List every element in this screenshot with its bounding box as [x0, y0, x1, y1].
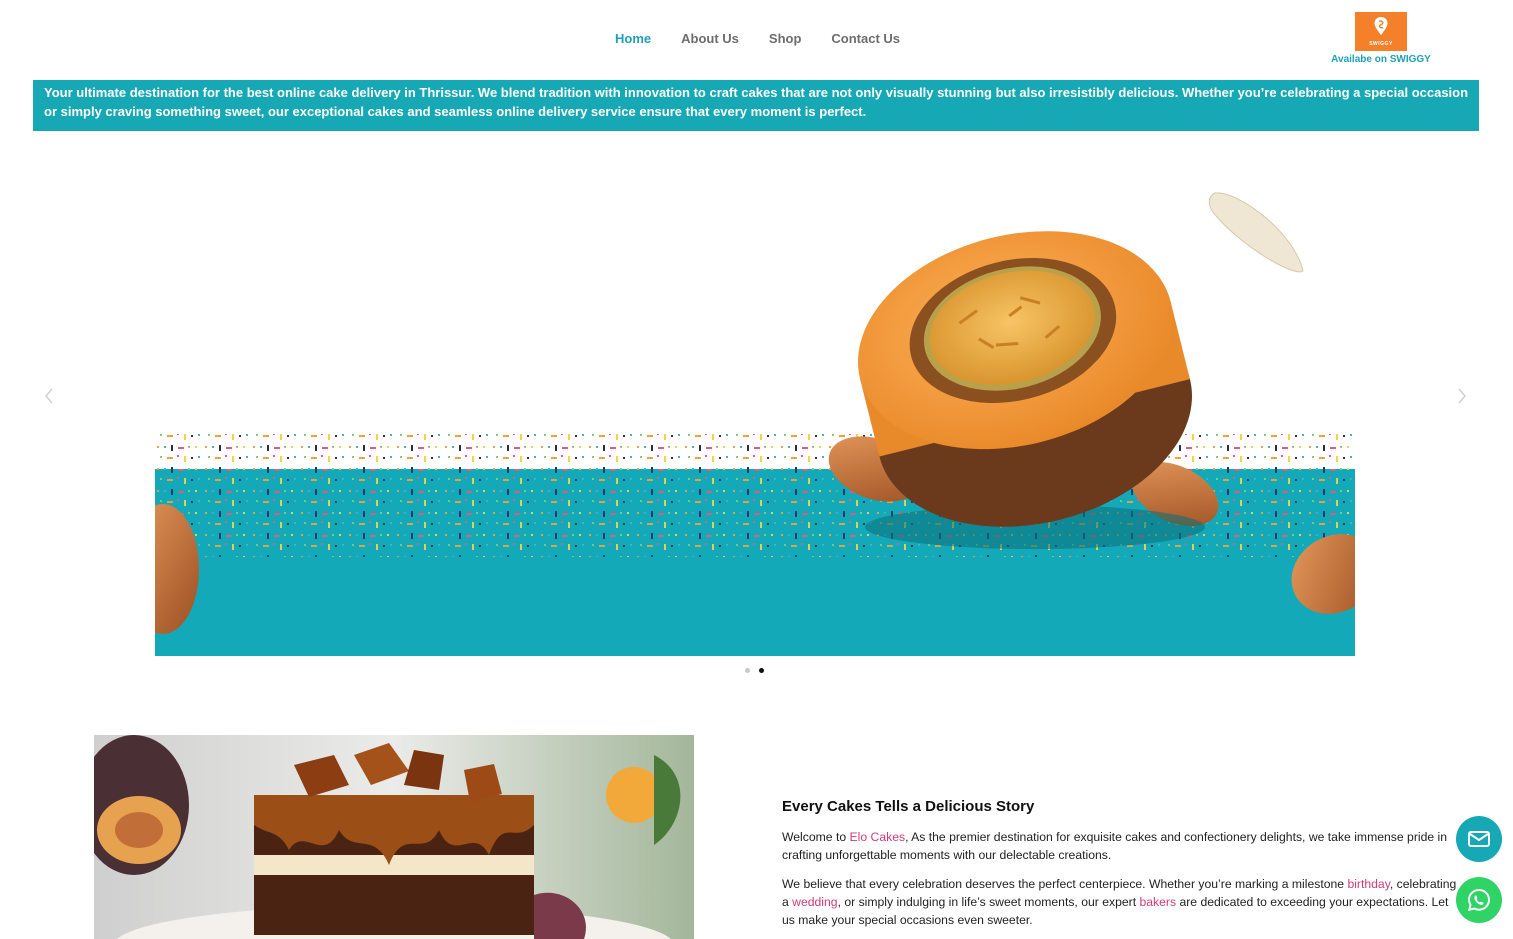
about-p2-text-a: We believe that every celebration deserv…: [782, 877, 1348, 891]
nav-shop[interactable]: Shop: [769, 31, 802, 47]
swiggy-caption[interactable]: Availabe on SWIGGY: [1328, 53, 1434, 67]
about-p2-text-c: , or simply indulging in life’s sweet mo…: [837, 895, 1140, 909]
about-title: Every Cakes Tells a Delicious Story: [782, 798, 1035, 815]
nav-home[interactable]: Home: [615, 31, 651, 47]
elo-cakes-link[interactable]: Elo Cakes: [850, 830, 906, 844]
slider-dot-2[interactable]: [759, 668, 764, 673]
intro-banner: Your ultimate destination for the best o…: [33, 80, 1479, 131]
intro-banner-text: Your ultimate destination for the best o…: [44, 85, 1469, 119]
bakers-link[interactable]: bakers: [1139, 895, 1176, 909]
hero-slide-image: [155, 179, 1355, 656]
swiggy-wordmark: SWIGGY: [1369, 41, 1393, 47]
about-p1-text-a: Welcome to: [782, 830, 850, 844]
whatsapp-icon: [1467, 888, 1491, 912]
about-section: Every Cakes Tells a Delicious Story Welc…: [782, 797, 1462, 939]
wedding-link[interactable]: wedding: [792, 895, 837, 909]
nav-contact-us[interactable]: Contact Us: [831, 31, 900, 47]
about-paragraph-2: We believe that every celebration deserv…: [782, 875, 1462, 929]
mail-icon: [1468, 831, 1490, 847]
slider-dot-1[interactable]: [745, 668, 750, 673]
chevron-right-icon[interactable]: [1455, 386, 1469, 406]
whatsapp-button[interactable]: [1456, 877, 1502, 923]
main-nav: Home About Us Shop Contact Us: [615, 31, 930, 47]
nav-about-us[interactable]: About Us: [681, 31, 739, 47]
swiggy-pin-icon: [1374, 17, 1388, 35]
chocolate-cake-image: [94, 735, 694, 939]
mail-button[interactable]: [1456, 816, 1502, 862]
birthday-link[interactable]: birthday: [1347, 877, 1389, 891]
swiggy-badge[interactable]: SWIGGY Availabe on SWIGGY: [1328, 12, 1434, 67]
slider-pagination: [745, 668, 764, 673]
chevron-left-icon[interactable]: [42, 386, 56, 406]
swiggy-logo[interactable]: SWIGGY: [1355, 12, 1407, 51]
about-paragraph-1: Welcome to Elo Cakes, As the premier des…: [782, 828, 1462, 864]
hero-slider: [0, 131, 1513, 691]
